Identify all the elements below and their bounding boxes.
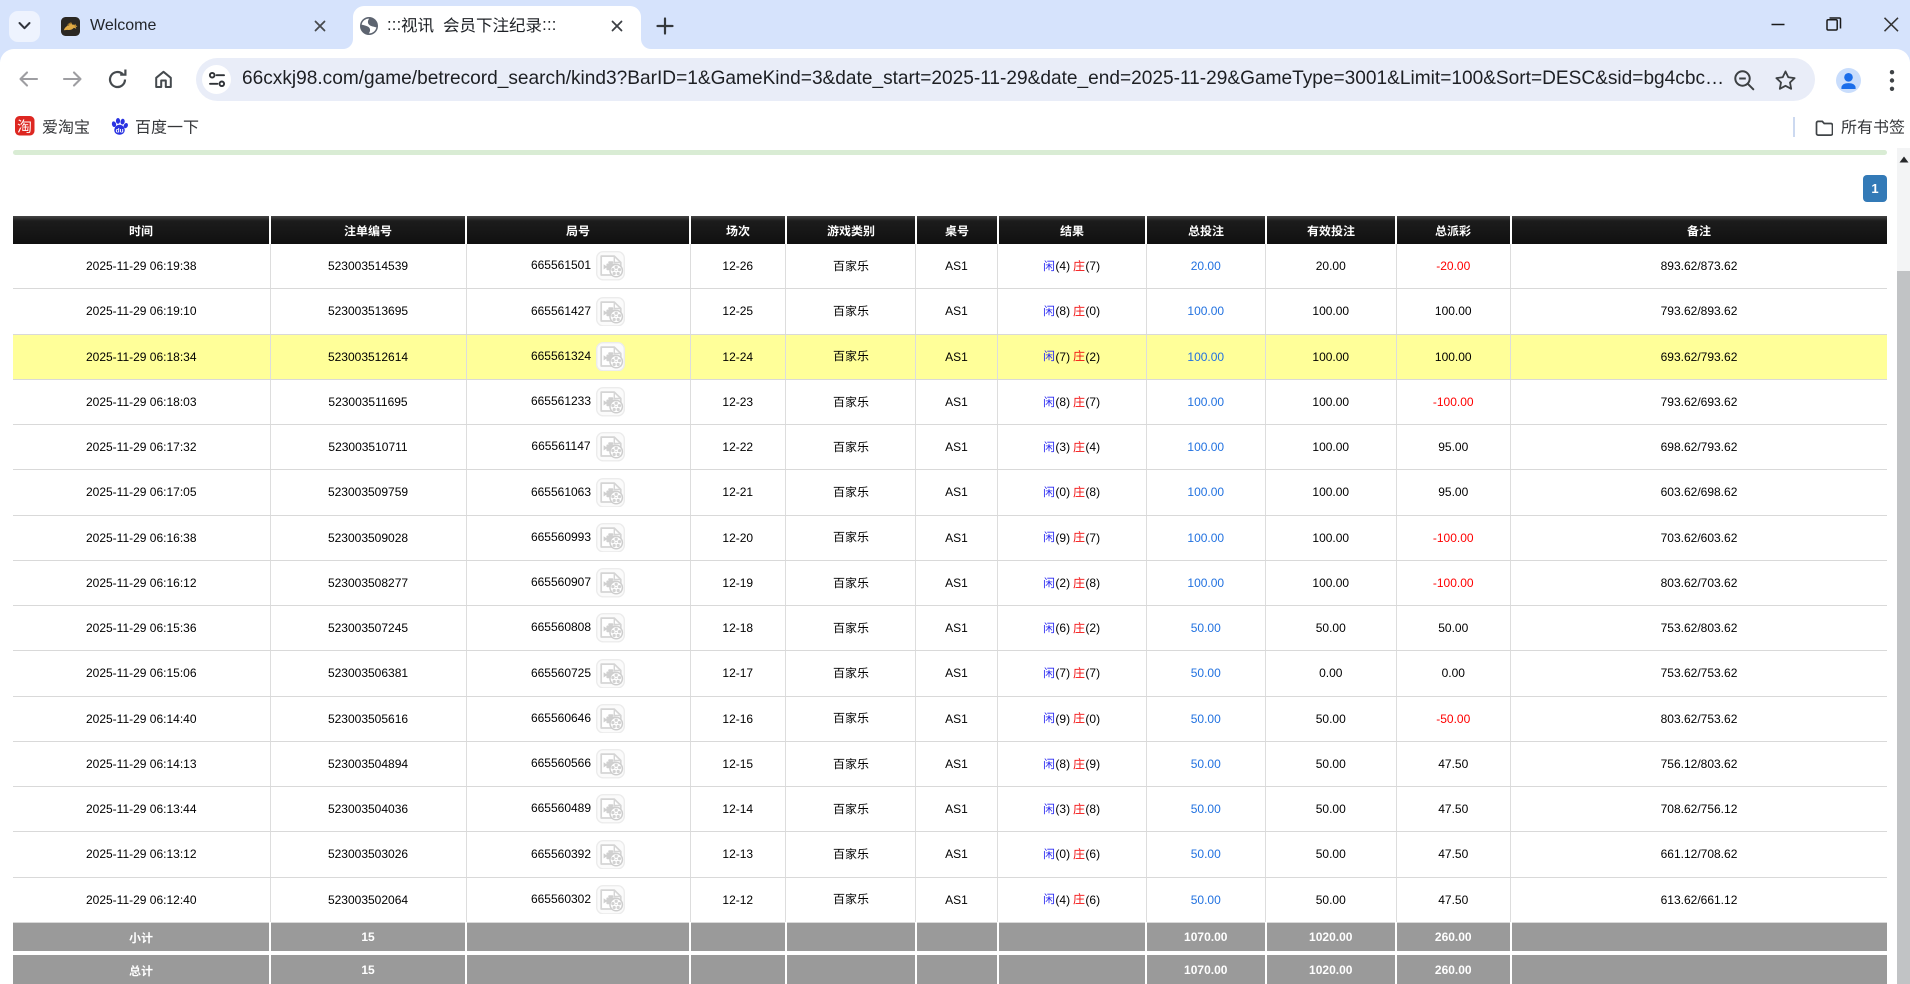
svg-text:du: du <box>116 127 124 134</box>
